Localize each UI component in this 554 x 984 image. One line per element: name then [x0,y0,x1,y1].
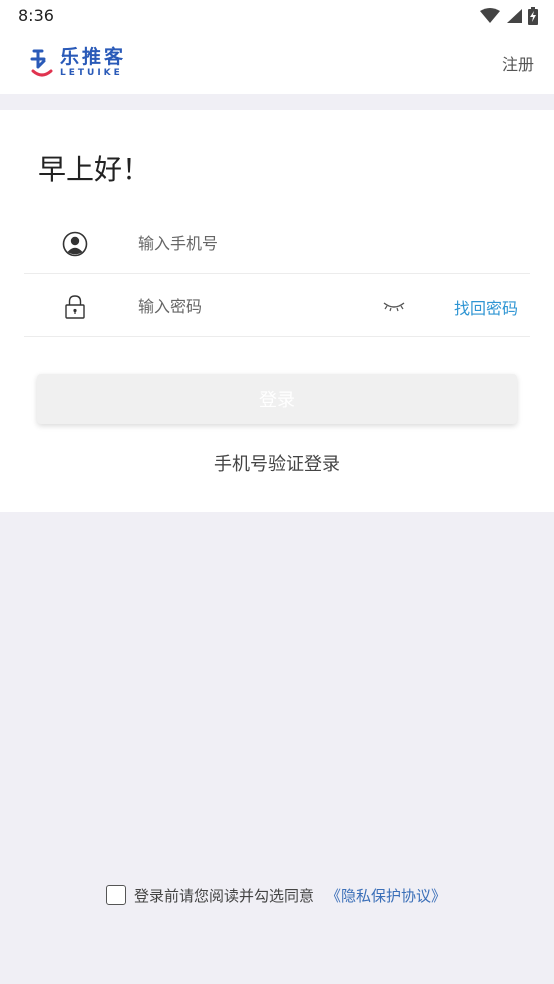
agree-checkbox[interactable] [106,885,126,905]
greeting-title: 早上好！ [38,153,151,186]
phone-field-row [24,212,530,274]
status-time: 8:36 [18,6,54,25]
forgot-password-link[interactable]: 找回密码 [454,295,518,319]
login-page: 8:36 乐推客 LETUIKE 注册 早上好！ 输入手机号 找回密码 登录 手… [0,0,554,984]
status-bar: 8:36 [0,0,554,32]
letuike-logo: 乐推客 LETUIKE [30,46,126,80]
agreement-row: 登录前请您阅读并勾选同意 《隐私保护协议》 [106,884,446,906]
battery-charging-icon [528,7,538,25]
logo-text-cn: 乐推客 [60,46,127,68]
lock-icon [62,294,88,320]
wifi-icon [480,8,500,23]
privacy-policy-link[interactable]: 《隐私保护协议》 [326,885,446,906]
eye-closed-icon[interactable] [382,297,406,315]
user-icon [62,231,88,257]
logo-mark-icon [30,49,53,77]
logo-text: 乐推客 LETUIKE [60,48,126,78]
status-icons [480,6,538,26]
register-link[interactable]: 注册 [502,51,534,75]
password-field-row: 找回密码 [24,275,530,337]
agreement-text: 登录前请您阅读并勾选同意 [134,886,315,905]
login-button[interactable]: 登录 [37,374,517,424]
login-card: 早上好！ 输入手机号 找回密码 登录 手机号验证登录 [0,110,554,512]
app-header: 乐推客 LETUIKE 注册 [0,32,554,94]
phone-input[interactable] [138,228,368,258]
cellular-signal-icon [507,9,522,23]
password-input[interactable] [138,291,368,321]
sms-login-link[interactable]: 手机号验证登录 [0,450,554,476]
logo-text-en: LETUIKE [60,68,123,78]
